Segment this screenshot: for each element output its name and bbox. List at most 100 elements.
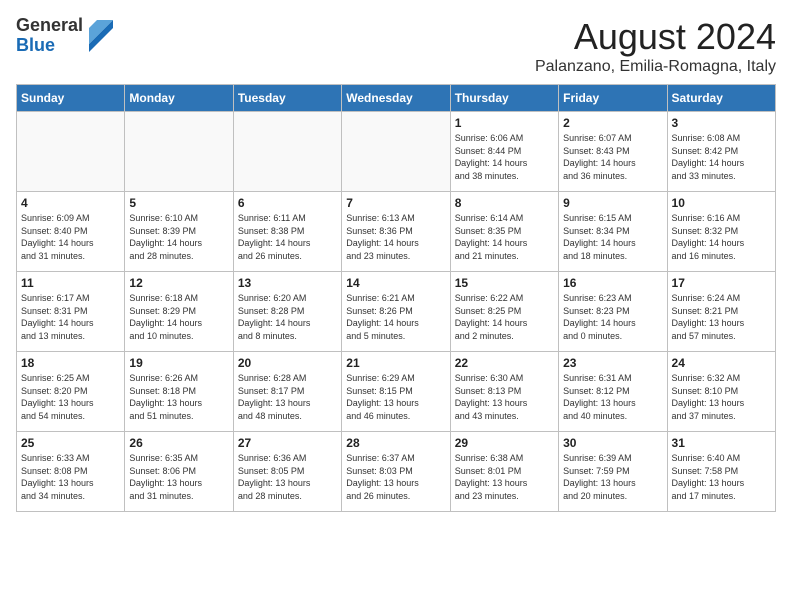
- day-info: Sunrise: 6:23 AM Sunset: 8:23 PM Dayligh…: [563, 292, 662, 342]
- calendar-cell: [233, 112, 341, 192]
- week-row-1: 1Sunrise: 6:06 AM Sunset: 8:44 PM Daylig…: [17, 112, 776, 192]
- day-info: Sunrise: 6:37 AM Sunset: 8:03 PM Dayligh…: [346, 452, 445, 502]
- day-number: 12: [129, 276, 228, 290]
- day-info: Sunrise: 6:21 AM Sunset: 8:26 PM Dayligh…: [346, 292, 445, 342]
- calendar-cell: 2 Sunrise: 6:07 AM Sunset: 8:43 PM Daylig…: [559, 112, 667, 192]
- calendar-cell: 8 Sunrise: 6:14 AM Sunset: 8:35 PM Daylig…: [450, 192, 558, 272]
- calendar-cell: [125, 112, 233, 192]
- calendar-cell: 17 Sunrise: 6:24 AM Sunset: 8:21 PM Dayli…: [667, 272, 775, 352]
- calendar-cell: 22 Sunrise: 6:30 AM Sunset: 8:13 PM Dayli…: [450, 352, 558, 432]
- day-info: Sunrise: 6:31 AM Sunset: 8:12 PM Dayligh…: [563, 372, 662, 422]
- calendar-cell: 25 Sunrise: 6:33 AM Sunset: 8:08 PM Dayli…: [17, 432, 125, 512]
- day-info: Sunrise: 6:22 AM Sunset: 8:25 PM Dayligh…: [455, 292, 554, 342]
- day-number: 7: [346, 196, 445, 210]
- day-info: Sunrise: 6:28 AM Sunset: 8:17 PM Dayligh…: [238, 372, 337, 422]
- logo-general: General: [16, 16, 83, 36]
- day-info: Sunrise: 6:08 AM Sunset: 8:42 PM Dayligh…: [672, 132, 771, 182]
- day-number: 24: [672, 356, 771, 370]
- weekday-header-thursday: Thursday: [450, 85, 558, 112]
- day-info: Sunrise: 6:26 AM Sunset: 8:18 PM Dayligh…: [129, 372, 228, 422]
- day-number: 5: [129, 196, 228, 210]
- day-number: 18: [21, 356, 120, 370]
- day-number: 1: [455, 116, 554, 130]
- day-info: Sunrise: 6:30 AM Sunset: 8:13 PM Dayligh…: [455, 372, 554, 422]
- day-info: Sunrise: 6:14 AM Sunset: 8:35 PM Dayligh…: [455, 212, 554, 262]
- calendar-cell: 13Sunrise: 6:20 AM Sunset: 8:28 PM Dayli…: [233, 272, 341, 352]
- calendar-cell: 3Sunrise: 6:08 AM Sunset: 8:42 PM Daylig…: [667, 112, 775, 192]
- week-row-5: 25 Sunrise: 6:33 AM Sunset: 8:08 PM Dayli…: [17, 432, 776, 512]
- calendar-cell: 5Sunrise: 6:10 AM Sunset: 8:39 PM Daylig…: [125, 192, 233, 272]
- calendar-cell: 11 Sunrise: 6:17 AM Sunset: 8:31 PM Dayli…: [17, 272, 125, 352]
- day-number: 25: [21, 436, 120, 450]
- day-number: 20: [238, 356, 337, 370]
- day-number: 21: [346, 356, 445, 370]
- calendar-cell: 6Sunrise: 6:11 AM Sunset: 8:38 PM Daylig…: [233, 192, 341, 272]
- calendar-cell: 19 Sunrise: 6:26 AM Sunset: 8:18 PM Dayli…: [125, 352, 233, 432]
- calendar-cell: 27Sunrise: 6:36 AM Sunset: 8:05 PM Dayli…: [233, 432, 341, 512]
- weekday-header-saturday: Saturday: [667, 85, 775, 112]
- calendar-cell: 14Sunrise: 6:21 AM Sunset: 8:26 PM Dayli…: [342, 272, 450, 352]
- day-number: 27: [238, 436, 337, 450]
- calendar-cell: 9Sunrise: 6:15 AM Sunset: 8:34 PM Daylig…: [559, 192, 667, 272]
- month-title: August 2024: [535, 16, 776, 58]
- day-info: Sunrise: 6:09 AM Sunset: 8:40 PM Dayligh…: [21, 212, 120, 262]
- day-info: Sunrise: 6:35 AM Sunset: 8:06 PM Dayligh…: [129, 452, 228, 502]
- logo-icon: [85, 20, 109, 52]
- calendar-cell: 30Sunrise: 6:39 AM Sunset: 7:59 PM Dayli…: [559, 432, 667, 512]
- week-row-2: 4 Sunrise: 6:09 AM Sunset: 8:40 PM Daylig…: [17, 192, 776, 272]
- calendar-cell: 4 Sunrise: 6:09 AM Sunset: 8:40 PM Daylig…: [17, 192, 125, 272]
- day-number: 11: [21, 276, 120, 290]
- calendar-cell: [17, 112, 125, 192]
- calendar-cell: 7 Sunrise: 6:13 AM Sunset: 8:36 PM Daylig…: [342, 192, 450, 272]
- day-info: Sunrise: 6:24 AM Sunset: 8:21 PM Dayligh…: [672, 292, 771, 342]
- logo-blue: Blue: [16, 36, 83, 56]
- day-info: Sunrise: 6:18 AM Sunset: 8:29 PM Dayligh…: [129, 292, 228, 342]
- calendar-cell: [342, 112, 450, 192]
- day-info: Sunrise: 6:13 AM Sunset: 8:36 PM Dayligh…: [346, 212, 445, 262]
- calendar-table: SundayMondayTuesdayWednesdayThursdayFrid…: [16, 84, 776, 512]
- day-number: 28: [346, 436, 445, 450]
- day-number: 9: [563, 196, 662, 210]
- calendar-cell: 10Sunrise: 6:16 AM Sunset: 8:32 PM Dayli…: [667, 192, 775, 272]
- day-info: Sunrise: 6:29 AM Sunset: 8:15 PM Dayligh…: [346, 372, 445, 422]
- calendar-cell: 1Sunrise: 6:06 AM Sunset: 8:44 PM Daylig…: [450, 112, 558, 192]
- weekday-header-tuesday: Tuesday: [233, 85, 341, 112]
- day-number: 29: [455, 436, 554, 450]
- day-info: Sunrise: 6:07 AM Sunset: 8:43 PM Dayligh…: [563, 132, 662, 182]
- day-info: Sunrise: 6:17 AM Sunset: 8:31 PM Dayligh…: [21, 292, 120, 342]
- logo-text: General Blue: [16, 16, 83, 56]
- page-header: General Blue August 2024 Palanzano, Emil…: [16, 16, 776, 76]
- calendar-cell: 31 Sunrise: 6:40 AM Sunset: 7:58 PM Dayli…: [667, 432, 775, 512]
- day-number: 23: [563, 356, 662, 370]
- calendar-cell: 28 Sunrise: 6:37 AM Sunset: 8:03 PM Dayli…: [342, 432, 450, 512]
- calendar-cell: 12 Sunrise: 6:18 AM Sunset: 8:29 PM Dayli…: [125, 272, 233, 352]
- day-number: 16: [563, 276, 662, 290]
- title-block: August 2024 Palanzano, Emilia-Romagna, I…: [535, 16, 776, 76]
- calendar-cell: 21 Sunrise: 6:29 AM Sunset: 8:15 PM Dayli…: [342, 352, 450, 432]
- day-info: Sunrise: 6:16 AM Sunset: 8:32 PM Dayligh…: [672, 212, 771, 262]
- day-info: Sunrise: 6:39 AM Sunset: 7:59 PM Dayligh…: [563, 452, 662, 502]
- day-info: Sunrise: 6:33 AM Sunset: 8:08 PM Dayligh…: [21, 452, 120, 502]
- calendar-cell: 29 Sunrise: 6:38 AM Sunset: 8:01 PM Dayli…: [450, 432, 558, 512]
- weekday-header-monday: Monday: [125, 85, 233, 112]
- weekday-header-sunday: Sunday: [17, 85, 125, 112]
- day-number: 13: [238, 276, 337, 290]
- day-number: 19: [129, 356, 228, 370]
- calendar-cell: 20 Sunrise: 6:28 AM Sunset: 8:17 PM Dayli…: [233, 352, 341, 432]
- day-info: Sunrise: 6:32 AM Sunset: 8:10 PM Dayligh…: [672, 372, 771, 422]
- weekday-header-friday: Friday: [559, 85, 667, 112]
- day-info: Sunrise: 6:40 AM Sunset: 7:58 PM Dayligh…: [672, 452, 771, 502]
- day-number: 31: [672, 436, 771, 450]
- weekday-header-row: SundayMondayTuesdayWednesdayThursdayFrid…: [17, 85, 776, 112]
- week-row-4: 18Sunrise: 6:25 AM Sunset: 8:20 PM Dayli…: [17, 352, 776, 432]
- day-number: 6: [238, 196, 337, 210]
- day-info: Sunrise: 6:38 AM Sunset: 8:01 PM Dayligh…: [455, 452, 554, 502]
- day-number: 2: [563, 116, 662, 130]
- day-number: 8: [455, 196, 554, 210]
- day-number: 17: [672, 276, 771, 290]
- calendar-cell: 16 Sunrise: 6:23 AM Sunset: 8:23 PM Dayli…: [559, 272, 667, 352]
- day-number: 15: [455, 276, 554, 290]
- day-number: 4: [21, 196, 120, 210]
- day-number: 22: [455, 356, 554, 370]
- calendar-cell: 18Sunrise: 6:25 AM Sunset: 8:20 PM Dayli…: [17, 352, 125, 432]
